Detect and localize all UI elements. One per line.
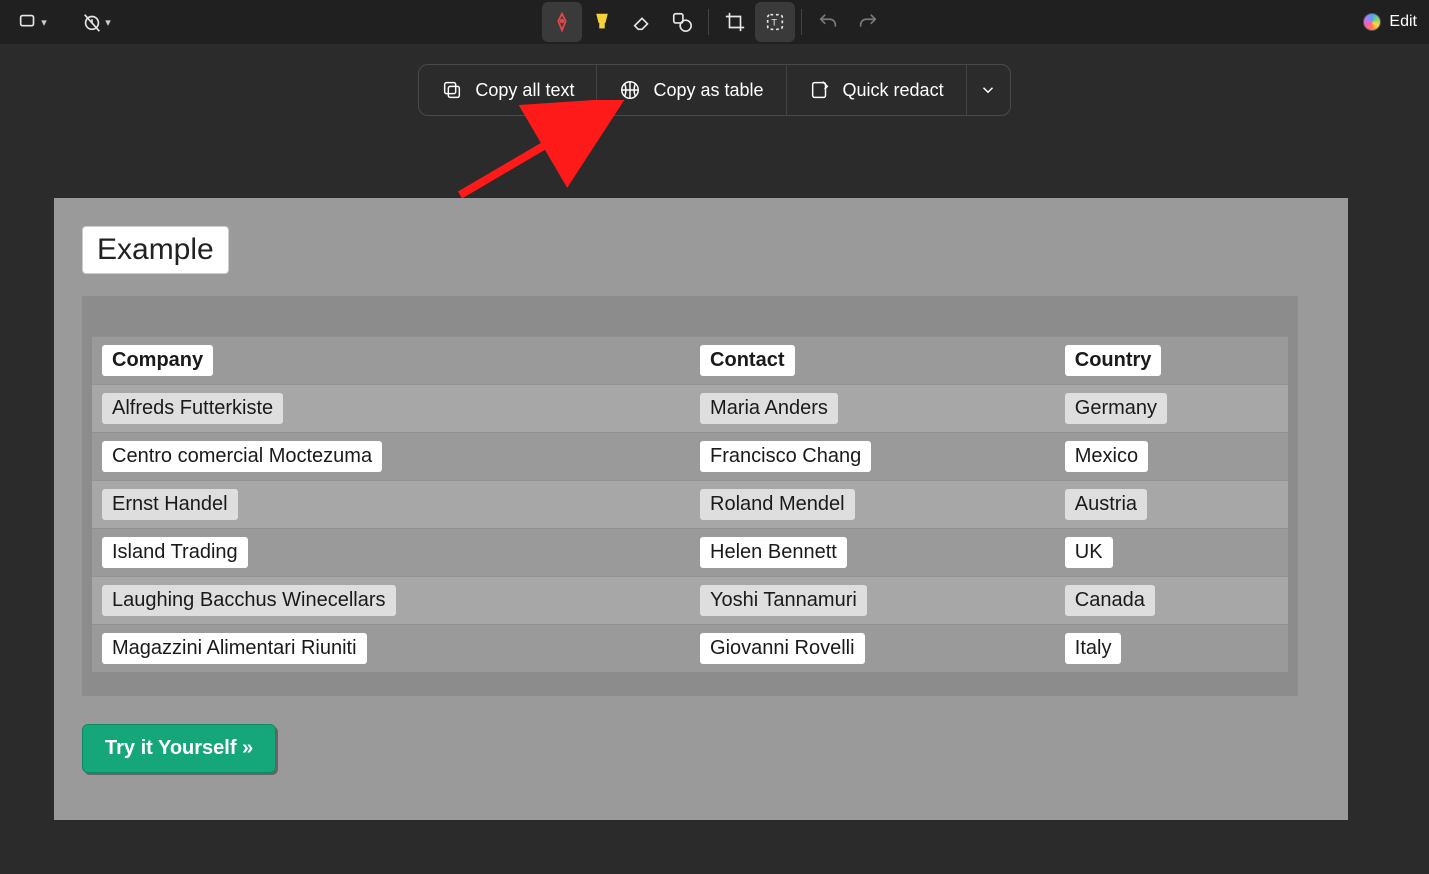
chevron-down-icon: ▾ <box>41 16 47 29</box>
cell-contact: Yoshi Tannamuri <box>700 585 867 616</box>
top-toolbar: ▾ ▾ T <box>0 0 1429 44</box>
toolbar-separator <box>801 9 802 35</box>
table-row: Alfreds Futterkiste Maria Anders Germany <box>92 385 1288 433</box>
quick-redact-dropdown[interactable] <box>966 65 1010 115</box>
table-row: Island Trading Helen Bennett UK <box>92 529 1288 577</box>
example-box: Company Contact Country Alfreds Futterki… <box>82 296 1298 696</box>
redo-button[interactable] <box>848 2 888 42</box>
cell-contact: Roland Mendel <box>700 489 855 520</box>
cell-company: Alfreds Futterkiste <box>102 393 283 424</box>
cell-contact: Giovanni Rovelli <box>700 633 865 664</box>
cell-contact: Helen Bennett <box>700 537 847 568</box>
toolbar-separator <box>708 9 709 35</box>
cell-contact: Francisco Chang <box>700 441 871 472</box>
cell-contact: Maria Anders <box>700 393 838 424</box>
example-heading: Example <box>82 226 229 274</box>
chevron-down-icon: ▾ <box>105 16 111 29</box>
crop-tool[interactable] <box>715 2 755 42</box>
table-row: Magazzini Alimentari Riuniti Giovanni Ro… <box>92 625 1288 673</box>
cell-company: Laughing Bacchus Winecellars <box>102 585 396 616</box>
cell-company: Magazzini Alimentari Riuniti <box>102 633 367 664</box>
cell-country: Canada <box>1065 585 1155 616</box>
copy-as-table-button[interactable]: Copy as table <box>596 65 785 115</box>
table-row: Ernst Handel Roland Mendel Austria <box>92 481 1288 529</box>
table-header-row: Company Contact Country <box>92 337 1288 385</box>
col-header-company: Company <box>102 345 213 376</box>
cell-country: UK <box>1065 537 1113 568</box>
svg-text:T: T <box>771 18 777 28</box>
col-header-country: Country <box>1065 345 1162 376</box>
highlighter-tool[interactable] <box>582 2 622 42</box>
table-row: Centro comercial Moctezuma Francisco Cha… <box>92 433 1288 481</box>
copy-all-text-button[interactable]: Copy all text <box>419 65 596 115</box>
sample-table: Company Contact Country Alfreds Futterki… <box>92 336 1288 672</box>
pen-tool[interactable] <box>542 2 582 42</box>
col-header-contact: Contact <box>700 345 794 376</box>
copy-all-text-label: Copy all text <box>475 80 574 101</box>
captured-content: Example Company Contact Country Alfreds … <box>54 198 1348 820</box>
cell-country: Italy <box>1065 633 1122 664</box>
timer-tool-dropdown[interactable]: ▾ <box>76 2 116 42</box>
undo-button[interactable] <box>808 2 848 42</box>
shapes-tool[interactable] <box>662 2 702 42</box>
cell-country: Germany <box>1065 393 1167 424</box>
cell-company: Centro comercial Moctezuma <box>102 441 382 472</box>
cell-company: Ernst Handel <box>102 489 238 520</box>
quick-redact-button[interactable]: Quick redact <box>786 65 966 115</box>
cell-country: Mexico <box>1065 441 1148 472</box>
shape-tool-dropdown[interactable]: ▾ <box>12 2 52 42</box>
table-row: Laughing Bacchus Winecellars Yoshi Tanna… <box>92 577 1288 625</box>
try-it-yourself-button[interactable]: Try it Yourself » <box>82 724 276 773</box>
quick-redact-label: Quick redact <box>843 80 944 101</box>
text-extract-tool[interactable]: T <box>755 2 795 42</box>
cell-company: Island Trading <box>102 537 248 568</box>
copy-as-table-label: Copy as table <box>653 80 763 101</box>
edit-button[interactable]: Edit <box>1363 13 1417 31</box>
cell-country: Austria <box>1065 489 1147 520</box>
edit-label: Edit <box>1389 13 1417 31</box>
palette-icon <box>1363 13 1381 31</box>
text-actions-bar: Copy all text Copy as table Quick redact <box>0 64 1429 116</box>
eraser-tool[interactable] <box>622 2 662 42</box>
